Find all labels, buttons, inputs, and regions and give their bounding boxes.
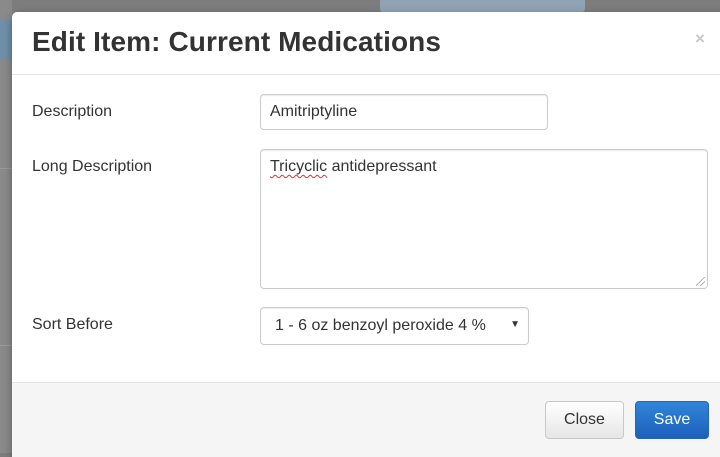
- save-button[interactable]: Save: [635, 401, 709, 439]
- chevron-down-icon: ▼: [510, 319, 520, 330]
- background-page: [0, 0, 12, 453]
- sort-before-select[interactable]: 1 - 6 oz benzoyl peroxide 4 % ▼: [260, 307, 529, 345]
- sort-before-label: Sort Before: [32, 316, 113, 333]
- close-button[interactable]: Close: [545, 401, 624, 439]
- close-icon[interactable]: ×: [695, 30, 705, 47]
- background-tab: [0, 20, 12, 60]
- resize-handle-icon[interactable]: [696, 277, 705, 286]
- long-description-label: Long Description: [32, 158, 153, 175]
- edit-item-dialog: Edit Item: Current Medications × Descrip…: [12, 12, 720, 457]
- long-description-text: antidepressant: [327, 158, 437, 175]
- dialog-header: Edit Item: Current Medications ×: [12, 12, 720, 75]
- long-description-textarea[interactable]: Tricyclic antidepressant: [260, 149, 708, 289]
- background-divider: [0, 168, 12, 169]
- sort-before-selected-value: 1 - 6 oz benzoyl peroxide 4 %: [275, 317, 486, 334]
- background-divider: [0, 345, 12, 346]
- description-input[interactable]: [260, 94, 548, 130]
- dialog-title: Edit Item: Current Medications: [32, 26, 442, 57]
- long-description-word-misspelled: Tricyclic: [270, 158, 328, 175]
- background-panel: [380, 0, 585, 12]
- description-label: Description: [32, 103, 113, 120]
